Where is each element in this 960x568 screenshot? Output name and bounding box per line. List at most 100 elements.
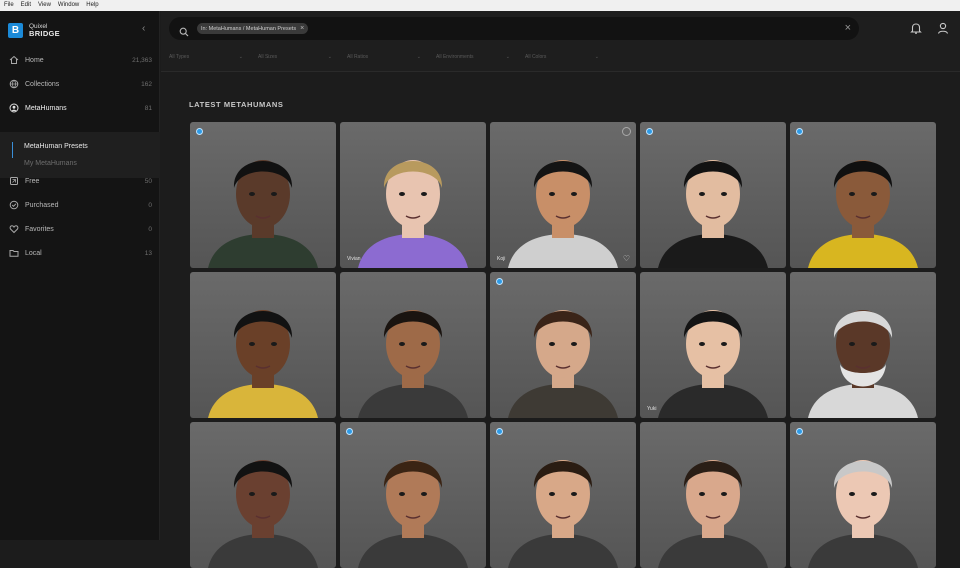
sidebar-item-label: Purchased xyxy=(25,201,59,209)
filter-label: All Colors xyxy=(525,54,547,60)
app-menubar: File Edit View Window Help xyxy=(0,0,960,11)
metahuman-card[interactable] xyxy=(490,422,636,568)
heart-icon xyxy=(9,224,19,234)
sidebar-item-label: Free xyxy=(25,177,40,185)
subnav-active-indicator xyxy=(12,142,13,158)
portrait-image xyxy=(658,460,768,568)
verified-badge-icon xyxy=(796,128,803,135)
globe-icon xyxy=(9,79,19,89)
portrait-image xyxy=(358,310,468,418)
verified-badge-icon xyxy=(796,428,803,435)
portrait-image xyxy=(508,460,618,568)
sidebar-item-favorites[interactable]: Favorites 0 xyxy=(0,218,160,240)
metahuman-card[interactable]: ♡ Koji xyxy=(490,122,636,268)
verified-badge-icon xyxy=(196,128,203,135)
filter-label: All Environments xyxy=(436,54,474,60)
portrait-image xyxy=(208,160,318,268)
filter-ratios[interactable]: All Ratios ⌄ xyxy=(347,54,425,65)
portrait-image xyxy=(208,310,318,418)
subnav-item-metahuman-presets[interactable]: MetaHuman Presets xyxy=(24,143,88,150)
card-name-label: Vivian xyxy=(347,256,361,262)
verified-badge-icon xyxy=(496,278,503,285)
remove-chip-icon[interactable]: × xyxy=(300,25,304,32)
topbar: In: MetaHumans / MetaHuman Presets × × xyxy=(161,11,960,46)
sidebar-item-free[interactable]: Free 50 xyxy=(0,170,160,192)
menu-edit[interactable]: Edit xyxy=(21,0,31,11)
filter-types[interactable]: All Types ⌄ xyxy=(169,54,247,65)
sidebar-item-purchased[interactable]: Purchased 0 xyxy=(0,194,160,216)
portrait-image xyxy=(658,160,768,268)
verified-badge-icon xyxy=(496,428,503,435)
filter-row: All Types ⌄ All Sizes ⌄ All Ratios ⌄ All En… xyxy=(161,46,960,72)
filter-label: All Sizes xyxy=(258,54,278,60)
portrait-image xyxy=(808,310,918,418)
sidebar-item-collections[interactable]: Collections 162 xyxy=(0,73,160,95)
metahuman-card[interactable] xyxy=(790,122,936,268)
menu-view[interactable]: View xyxy=(38,0,51,11)
card-name-label: Koji xyxy=(497,256,506,262)
filter-environments[interactable]: All Environments ⌄ xyxy=(436,54,514,65)
portrait-image xyxy=(508,310,618,418)
brand-logo[interactable]: B Quixel BRIDGE xyxy=(8,21,60,39)
download-icon[interactable] xyxy=(622,127,631,136)
chevron-down-icon: ⌄ xyxy=(327,54,332,60)
sidebar-item-count: 50 xyxy=(144,177,152,185)
favorite-heart-icon[interactable]: ♡ xyxy=(623,254,630,263)
sidebar-item-home[interactable]: Home 21,363 xyxy=(0,49,160,71)
clear-search-icon[interactable]: × xyxy=(845,22,851,34)
portrait-image xyxy=(658,310,768,418)
bridge-logo-icon: B xyxy=(8,22,23,38)
metahuman-card[interactable] xyxy=(190,422,336,568)
search-filter-chip[interactable]: In: MetaHumans / MetaHuman Presets × xyxy=(197,23,309,34)
metahuman-card[interactable] xyxy=(340,272,486,418)
metahuman-card[interactable]: Vivian xyxy=(340,122,486,268)
sidebar-item-local[interactable]: Local 13 xyxy=(0,242,160,264)
chevron-down-icon: ⌄ xyxy=(594,54,599,60)
sidebar-item-count: 162 xyxy=(141,80,152,88)
metahuman-card[interactable]: Yuki xyxy=(640,272,786,418)
search-chip-label: In: MetaHumans / MetaHuman Presets xyxy=(201,25,297,32)
sidebar-item-count: 21,363 xyxy=(132,56,152,64)
notification-bell-icon[interactable] xyxy=(909,21,923,35)
portrait-image xyxy=(808,460,918,568)
chevron-down-icon: ⌄ xyxy=(416,54,421,60)
metahuman-card[interactable] xyxy=(790,422,936,568)
sidebar-item-label: Collections xyxy=(25,80,60,88)
chevron-down-icon: ⌄ xyxy=(505,54,510,60)
filter-label: All Ratios xyxy=(347,54,369,60)
check-circle-icon xyxy=(9,200,19,210)
sidebar-item-label: MetaHumans xyxy=(25,104,67,112)
subnav-item-my-metahumans[interactable]: My MetaHumans xyxy=(24,160,77,167)
metahuman-card[interactable] xyxy=(790,272,936,418)
filter-sizes[interactable]: All Sizes ⌄ xyxy=(258,54,336,65)
brand-line2: BRIDGE xyxy=(29,29,60,38)
card-name-label: Yuki xyxy=(647,406,657,412)
verified-badge-icon xyxy=(646,128,653,135)
home-icon xyxy=(9,55,19,65)
user-account-icon[interactable] xyxy=(936,21,950,35)
menu-window[interactable]: Window xyxy=(58,0,79,11)
free-icon xyxy=(9,176,19,186)
menu-file[interactable]: File xyxy=(4,0,14,11)
portrait-image xyxy=(508,160,618,268)
portrait-image xyxy=(808,160,918,268)
chevron-down-icon: ⌄ xyxy=(238,54,243,60)
sidebar-item-label: Local xyxy=(25,249,42,257)
brand-text: Quixel BRIDGE xyxy=(29,23,60,37)
portrait-image xyxy=(358,460,468,568)
metahuman-card[interactable] xyxy=(640,122,786,268)
search-bar[interactable]: In: MetaHumans / MetaHuman Presets × × xyxy=(169,17,859,40)
filter-label: All Types xyxy=(169,54,190,60)
sidebar-item-count: 0 xyxy=(148,201,152,209)
metahuman-card[interactable] xyxy=(190,272,336,418)
collapse-sidebar-icon[interactable]: ‹ xyxy=(142,23,145,34)
menu-help[interactable]: Help xyxy=(86,0,98,11)
metahuman-card[interactable] xyxy=(190,122,336,268)
sidebar-item-metahumans[interactable]: MetaHumans 81 xyxy=(0,97,160,119)
folder-icon xyxy=(9,248,19,258)
metahuman-card[interactable] xyxy=(640,422,786,568)
main-content: LATEST METAHUMANS Vivian ♡ Koji Yuki xyxy=(161,72,960,568)
filter-colors[interactable]: All Colors ⌄ xyxy=(525,54,603,65)
metahuman-card[interactable] xyxy=(490,272,636,418)
metahuman-card[interactable] xyxy=(340,422,486,568)
